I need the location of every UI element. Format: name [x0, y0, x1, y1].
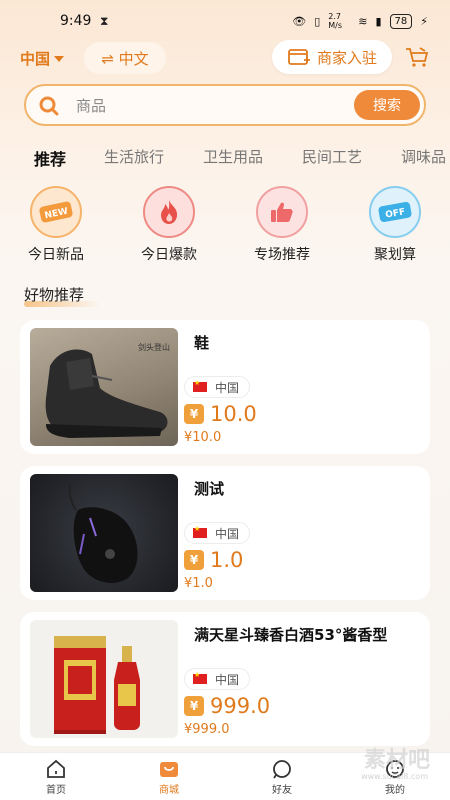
- origin-badge: 中国: [184, 376, 251, 398]
- price-row: ¥ 999.0: [184, 694, 270, 718]
- charging-icon: ⚡: [420, 14, 428, 28]
- tab-seasoning[interactable]: 调味品: [401, 146, 446, 167]
- origin-label: 中国: [215, 380, 240, 395]
- origin-badge: 中国: [184, 522, 251, 544]
- thumbs-up-icon: [256, 186, 308, 238]
- china-flag-icon: [193, 525, 207, 538]
- signal-icon: ▮: [375, 14, 382, 28]
- language-button[interactable]: ⇌ 中文: [84, 42, 166, 74]
- product-price: 10.0: [210, 402, 257, 426]
- shortcut-label: 聚划算: [374, 247, 416, 263]
- shortcut-bargain[interactable]: OFF 聚划算: [350, 186, 440, 264]
- product-price: 999.0: [210, 694, 271, 718]
- hourglass-icon: ⧗: [100, 14, 109, 28]
- cart-icon[interactable]: [404, 46, 430, 68]
- watermark-url: www.sucai8.com: [361, 772, 428, 781]
- shortcut-label: 专场推荐: [254, 247, 310, 263]
- search-bar: 搜索: [24, 84, 426, 126]
- product-name: 鞋: [194, 334, 210, 352]
- origin-badge: 中国: [184, 668, 251, 690]
- eye-icon: 👁: [292, 14, 307, 28]
- status-time: 9:49: [60, 13, 92, 29]
- network-speed: 2.7 M/s: [328, 12, 343, 30]
- nav-label: 首页: [46, 785, 66, 796]
- top-bar: 中国 ⇌ 中文 商家入驻: [0, 40, 450, 76]
- product-image: [30, 474, 178, 592]
- merchant-join-label: 商家入驻: [316, 48, 377, 67]
- shortcut-label: 今日新品: [28, 247, 84, 263]
- price-row: ¥ 10.0: [184, 402, 257, 426]
- nav-label: 商城: [159, 785, 179, 796]
- product-name: 满天星斗臻香白酒53°酱香型: [194, 626, 388, 644]
- flame-icon: [143, 186, 195, 238]
- shortcut-hot-today[interactable]: 今日爆款: [124, 186, 214, 264]
- price-tag-icon: ¥: [184, 550, 204, 570]
- wifi-icon: ≋: [358, 14, 368, 28]
- status-icons: 👁 ▯ 2.7 M/s ≋ ▮ 78 ⚡: [292, 12, 428, 30]
- price-tag-icon: ¥: [184, 696, 204, 716]
- status-bar: 9:49 ⧗ 👁 ▯ 2.7 M/s ≋ ▮ 78 ⚡: [0, 0, 450, 44]
- product-sub-price: ¥10.0: [184, 430, 222, 445]
- shortcut-featured[interactable]: 专场推荐: [237, 186, 327, 264]
- vibrate-icon: ▯: [314, 14, 321, 28]
- region-selector[interactable]: 中国: [20, 48, 65, 69]
- tab-folk-crafts[interactable]: 民间工艺: [302, 146, 362, 167]
- shortcut-new-today[interactable]: NEW 今日新品: [11, 186, 101, 264]
- tab-recommend[interactable]: 推荐: [34, 146, 66, 170]
- merchant-join-button[interactable]: 商家入驻: [272, 40, 392, 74]
- friends-icon: [273, 760, 291, 779]
- storefront-icon: [288, 49, 310, 65]
- product-card[interactable]: 测试 中国 ¥ 1.0 ¥1.0: [20, 466, 430, 600]
- product-name: 测试: [194, 480, 225, 498]
- price-row: ¥ 1.0: [184, 548, 243, 572]
- product-sub-price: ¥999.0: [184, 722, 230, 737]
- nav-home[interactable]: 首页: [26, 759, 86, 796]
- new-badge-icon: NEW: [30, 186, 82, 238]
- caret-down-icon: [54, 55, 65, 62]
- china-flag-icon: [193, 379, 207, 392]
- price-tag-icon: ¥: [184, 404, 204, 424]
- nav-friends[interactable]: 好友: [252, 759, 312, 796]
- image-caption: 剑头登山: [138, 343, 170, 352]
- china-flag-icon: [193, 671, 207, 684]
- off-tag-icon: OFF: [369, 186, 421, 238]
- origin-label: 中国: [215, 672, 240, 687]
- tab-hygiene[interactable]: 卫生用品: [203, 146, 263, 167]
- section-title: 好物推荐: [24, 286, 85, 304]
- home-icon: [47, 759, 65, 778]
- product-sub-price: ¥1.0: [184, 576, 213, 591]
- category-tabs: 推荐 生活旅行 卫生用品 民间工艺 调味品: [0, 140, 450, 174]
- tab-life-travel[interactable]: 生活旅行: [104, 146, 164, 167]
- nav-label: 好友: [272, 785, 292, 796]
- product-card[interactable]: 满天星斗臻香白酒53°酱香型 中国 ¥ 999.0 ¥999.0: [20, 612, 430, 746]
- product-image: 剑头登山: [30, 328, 178, 446]
- nav-label: 我的: [385, 785, 405, 796]
- search-icon: [39, 96, 59, 116]
- search-button[interactable]: 搜索: [354, 90, 420, 120]
- shopping-bag-icon: [160, 762, 178, 777]
- battery-icon: 78: [389, 13, 413, 29]
- category-shortcuts: NEW 今日新品 今日爆款 专场推荐 OFF 聚划算: [0, 186, 450, 266]
- language-label: ⇌ 中文: [101, 49, 149, 68]
- origin-label: 中国: [215, 526, 240, 541]
- nav-mall[interactable]: 商城: [139, 759, 199, 796]
- region-label: 中国: [20, 50, 51, 68]
- shortcut-label: 今日爆款: [141, 247, 197, 263]
- watermark-logo: 素材吧: [363, 748, 430, 773]
- product-image: [30, 620, 178, 738]
- product-card[interactable]: 剑头登山 鞋 中国 ¥ 10.0 ¥10.0: [20, 320, 430, 454]
- product-price: 1.0: [210, 548, 244, 572]
- search-input[interactable]: [76, 94, 326, 118]
